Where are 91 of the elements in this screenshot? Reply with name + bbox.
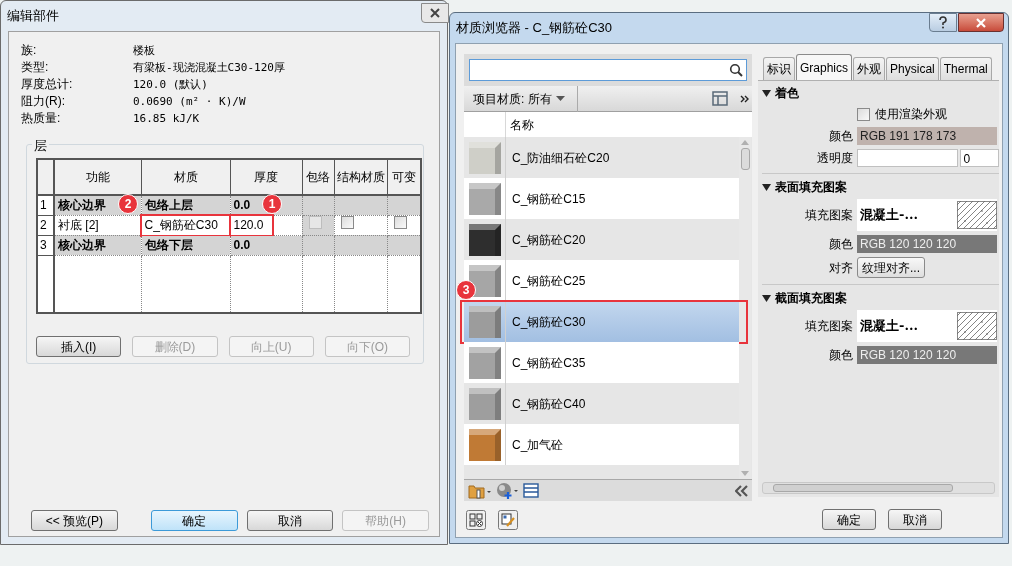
scrollbar-thumb[interactable] <box>740 148 750 170</box>
checkbox[interactable] <box>340 216 354 229</box>
cube-icon <box>468 387 501 420</box>
property-label: 阻力(R): <box>21 93 66 110</box>
column-header: 包络 <box>302 159 334 195</box>
value-field[interactable]: 0 <box>959 149 999 167</box>
tab[interactable]: 外观 <box>853 57 886 80</box>
table-cell[interactable]: 衬底 [2] <box>54 215 141 235</box>
cube-icon <box>468 305 501 338</box>
collapse-triangle-icon[interactable] <box>762 293 771 303</box>
collapse-triangle-icon[interactable] <box>762 182 771 192</box>
window-title: 材质浏览器 - C_钢筋砼C30 <box>456 19 613 38</box>
close-button[interactable] <box>421 3 449 23</box>
property-label: 热质量: <box>21 110 62 127</box>
dialog-button[interactable]: 取消 <box>888 509 942 530</box>
column-header: 厚度 <box>230 159 302 195</box>
field-label: 填充图案 <box>804 207 854 224</box>
align-button[interactable]: 纹理对齐... <box>857 257 925 278</box>
window-title: 编辑部件 <box>7 7 59 26</box>
material-list-item[interactable]: C_钢筋砼C35 <box>464 342 739 383</box>
double-chevron-icon[interactable] <box>740 94 749 103</box>
color-field[interactable]: RGB 191 178 173 <box>857 127 997 145</box>
table-cell[interactable]: 120.0 <box>230 215 302 235</box>
dialog-button[interactable]: 插入(I) <box>36 336 122 357</box>
column-header: 材质 <box>141 159 230 195</box>
section-title: 着色 <box>775 85 799 102</box>
column-header: 结构材质 <box>334 159 387 195</box>
help-icon <box>937 16 949 29</box>
cube-icon <box>468 223 501 256</box>
cube-icon <box>468 428 501 461</box>
tab[interactable]: 标识 <box>763 57 795 80</box>
close-button[interactable] <box>958 13 1004 32</box>
table-cell[interactable]: C_钢筋砼C30 <box>141 215 230 235</box>
dialog-button[interactable]: << 预览(P) <box>31 510 118 531</box>
search-icon <box>729 63 743 77</box>
row-number: 3 <box>37 235 54 255</box>
close-icon <box>429 7 441 19</box>
scrollbar[interactable] <box>739 137 751 479</box>
dialog-button[interactable]: 取消 <box>246 510 334 531</box>
field-label: 颜色 <box>828 236 854 253</box>
property-value: 120.0 (默认) <box>133 77 209 93</box>
field-label: 颜色 <box>828 347 854 364</box>
tab[interactable]: Physical <box>886 57 939 80</box>
section-title: 表面填充图案 <box>775 179 847 196</box>
collapse-triangle-icon[interactable] <box>762 88 771 98</box>
scrollbar[interactable] <box>762 482 995 494</box>
caret-icon <box>555 96 565 101</box>
checkbox-label: 使用渲染外观 <box>875 106 947 123</box>
cube-icon <box>468 141 501 174</box>
cube-icon <box>468 264 501 297</box>
number-badge: 3 <box>456 280 476 300</box>
edit-icon[interactable] <box>498 509 518 530</box>
table-cell[interactable]: 核心边界 <box>54 235 141 255</box>
dialog-button[interactable]: 确定 <box>822 509 876 530</box>
property-label: 类型: <box>21 59 50 76</box>
close-icon <box>975 16 987 29</box>
property-value: 有梁板-现浇混凝土C30-120厚 <box>133 60 286 76</box>
row-number: 2 <box>37 215 54 235</box>
column-header: 可变 <box>387 159 421 195</box>
column-header: 功能 <box>54 159 141 195</box>
field-label: 透明度 <box>816 150 854 167</box>
cube-icon <box>468 182 501 215</box>
field-label: 填充图案 <box>804 318 854 335</box>
property-label: 族: <box>21 42 38 59</box>
column-header: 名称 <box>509 117 534 134</box>
field-label: 对齐 <box>828 259 854 277</box>
scrollbar-thumb[interactable] <box>773 484 953 492</box>
folder-icon[interactable] <box>468 482 492 499</box>
library-panel-icon[interactable] <box>523 483 539 498</box>
tab[interactable]: Thermal <box>939 57 992 80</box>
section-title: 截面填充图案 <box>775 290 847 307</box>
tab[interactable]: Graphics <box>796 54 853 80</box>
property-label: 厚度总计: <box>21 76 74 93</box>
property-value: 16.85 kJ/K <box>133 111 201 127</box>
property-value: 0.0690 (m² · K)/W <box>133 94 247 110</box>
color-field[interactable]: RGB 120 120 120 <box>857 235 997 253</box>
layout-icon[interactable] <box>712 91 728 106</box>
color-field[interactable]: RGB 120 120 120 <box>857 346 997 364</box>
material-list-item[interactable]: C_加气砼 <box>464 424 739 465</box>
field-label: 颜色 <box>828 128 854 145</box>
checkbox[interactable] <box>393 216 407 229</box>
checkbox[interactable] <box>857 107 870 121</box>
material-list-item[interactable]: C_钢筋砼C15 <box>464 178 739 219</box>
material-manager-icon[interactable] <box>466 509 486 530</box>
help-button[interactable] <box>929 13 957 32</box>
property-value: 楼板 <box>133 43 156 59</box>
add-material-icon[interactable] <box>496 481 519 500</box>
cube-icon <box>468 346 501 379</box>
search-field[interactable] <box>469 59 747 81</box>
collapse-icon[interactable] <box>735 484 748 497</box>
dialog-button[interactable]: 确定 <box>150 510 238 531</box>
